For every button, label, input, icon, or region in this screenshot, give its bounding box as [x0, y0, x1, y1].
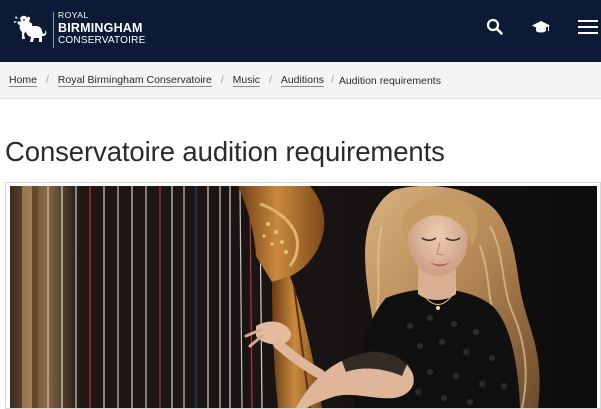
- search-icon: [486, 18, 503, 35]
- harpist-photo: [10, 186, 597, 408]
- breadcrumb-trail: Home / Royal Birmingham Conservatoire / …: [9, 74, 441, 87]
- logo-line-birmingham: BIRMINGHAM: [58, 21, 143, 35]
- site-logo[interactable]: ROYAL BIRMINGHAM CONSERVATOIRE: [12, 10, 172, 52]
- logo-line-conservatoire: CONSERVATOIRE: [58, 35, 146, 46]
- breadcrumb-separator: /: [46, 75, 49, 86]
- breadcrumb-separator: /: [220, 75, 224, 86]
- site-header: ROYAL BIRMINGHAM CONSERVATOIRE: [0, 0, 601, 62]
- lion-crest-icon: [14, 15, 47, 42]
- menu-button[interactable]: [578, 17, 598, 37]
- logo-wordmark: ROYAL BIRMINGHAM CONSERVATOIRE: [58, 11, 145, 46]
- breadcrumb: Home / Royal Birmingham Conservatoire / …: [0, 62, 601, 99]
- hero-image: [10, 186, 597, 408]
- breadcrumb-current: Audition requirements: [338, 74, 441, 87]
- hero-image-frame: [5, 182, 601, 409]
- breadcrumb-separator: /: [269, 75, 272, 86]
- courses-button[interactable]: [531, 17, 551, 37]
- page-title: Conservatoire audition requirements: [5, 136, 445, 167]
- breadcrumb-rbc[interactable]: Royal Birmingham Conservatoire: [57, 74, 212, 87]
- breadcrumb-home[interactable]: Home: [9, 74, 38, 87]
- breadcrumb-music[interactable]: Music: [232, 74, 261, 87]
- search-button[interactable]: [485, 17, 505, 37]
- menu-icon: [578, 20, 598, 34]
- logo-divider: [53, 12, 54, 48]
- breadcrumb-auditions[interactable]: Auditions: [280, 74, 325, 87]
- graduation-cap-icon: [532, 21, 550, 33]
- breadcrumb-separator: /: [331, 75, 334, 86]
